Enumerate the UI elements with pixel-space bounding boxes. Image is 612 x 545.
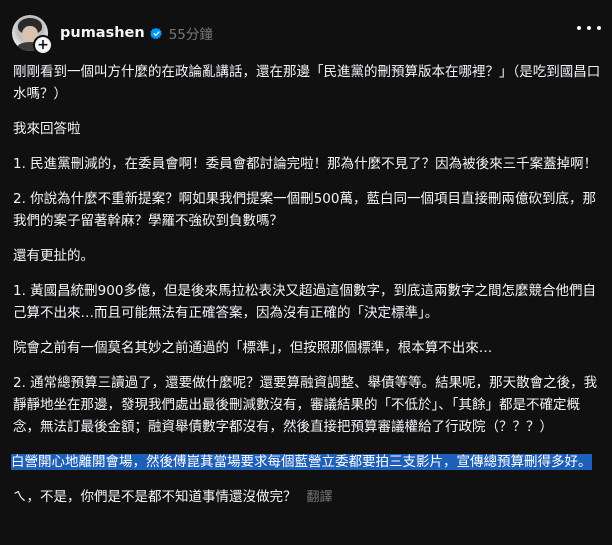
more-options-icon[interactable]: [577, 18, 601, 38]
post-paragraph: 2. 通常總預算三讀過了，還要做什麼呢？還要算融資調整、舉債等等。結果呢，那天散…: [13, 375, 598, 435]
post-paragraph: 1. 黃國昌統刪900多億，但是後來馬拉松表決又超過這個數字，到底這兩數字之間怎…: [13, 283, 596, 321]
closing-text: ㄟ，不是，你們是不是都不知道事情還沒做完？: [13, 489, 297, 505]
thread-post: + pumashen 55分鐘 剛剛看到一個叫方什麼的在政論亂講話，還在那邊「民…: [0, 0, 612, 545]
highlighted-paragraph: 白營開心地離開會場，然後傅崑萁當場要求每個藍營立委都要拍三支影片，宣傳總預算刪得…: [11, 451, 603, 473]
more-dot: [587, 26, 591, 30]
post-body: 剛剛看到一個叫方什麼的在政論亂講話，還在那邊「民進黨的刪預算版本在哪裡？」（是吃…: [11, 61, 603, 509]
post-paragraph: 1. 民進黨刪減的，在委員會啊！委員會都討論完啦！那為什麼不見了？因為被後來三千…: [13, 156, 598, 172]
more-dot: [577, 26, 581, 30]
post-paragraph: 剛剛看到一個叫方什麼的在政論亂講話，還在那邊「民進黨的刪預算版本在哪裡？」（是吃…: [13, 64, 601, 102]
more-dot: [597, 26, 601, 30]
post-paragraph: 我來回答啦: [13, 121, 81, 137]
translate-button[interactable]: 翻譯: [307, 490, 333, 505]
post-paragraph: 院會之前有一個莫名其妙之前通過的「標準」，但按照那個標準，根本算不出來…: [13, 340, 493, 356]
selected-text[interactable]: 白營開心地離開會場，然後傅崑萁當場要求每個藍營立委都要拍三支影片，宣傳總預算刪得…: [11, 454, 592, 470]
closing-line: ㄟ，不是，你們是不是都不知道事情還沒做完？ 翻譯: [13, 486, 603, 509]
post-header: pumashen 55分鐘: [60, 22, 213, 44]
verified-badge-icon: [150, 27, 162, 39]
post-paragraph: 還有更扯的。: [13, 248, 94, 264]
post-paragraph: 2. 你說為什麼不重新提案？啊如果我們提案一個刪500萬，藍白同一個項目直接刪兩…: [13, 191, 596, 229]
username-link[interactable]: pumashen: [60, 25, 145, 41]
post-timestamp[interactable]: 55分鐘: [169, 23, 213, 43]
follow-plus-icon[interactable]: +: [33, 35, 53, 55]
